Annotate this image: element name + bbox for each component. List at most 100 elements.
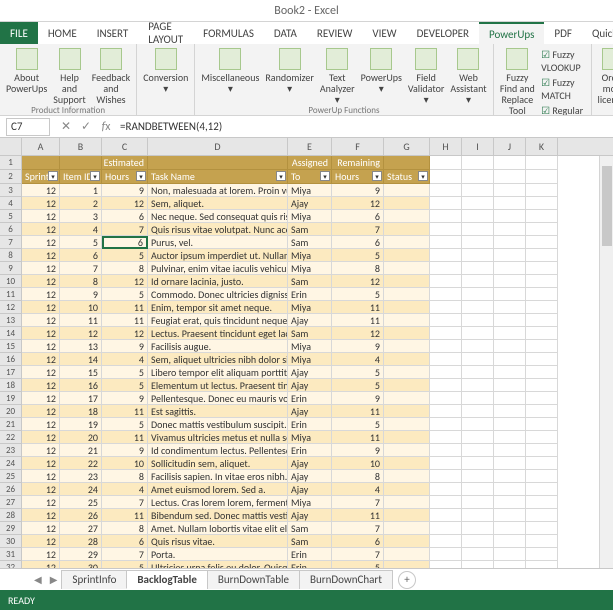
cell[interactable] <box>430 561 462 568</box>
cell[interactable]: 13 <box>60 340 102 353</box>
ribbon-button[interactable]: PowerUps▾ <box>361 48 402 105</box>
row-header[interactable]: 8 <box>0 249 22 262</box>
cell[interactable] <box>384 405 430 418</box>
cell[interactable]: 5 <box>332 288 384 301</box>
cell[interactable]: Sem, aliquet. <box>148 197 288 210</box>
scroll-sheets-right-icon[interactable]: ▶ <box>46 573 62 586</box>
cell[interactable]: 18 <box>60 405 102 418</box>
ribbon-button[interactable]: Miscellaneous▾ <box>201 48 259 105</box>
cell[interactable]: Bibendum sed. Donec mattis vestibulur <box>148 509 288 522</box>
cell[interactable]: Miya <box>288 340 332 353</box>
cell[interactable] <box>526 197 558 210</box>
cell[interactable]: 24 <box>60 483 102 496</box>
cell[interactable] <box>494 223 526 236</box>
cell[interactable] <box>494 483 526 496</box>
cell[interactable] <box>430 379 462 392</box>
cell[interactable]: 12 <box>22 444 60 457</box>
tab-data[interactable]: DATA <box>264 22 307 44</box>
row-header[interactable]: 26 <box>0 483 22 496</box>
cell[interactable]: 12 <box>22 418 60 431</box>
header-cell[interactable] <box>148 156 288 170</box>
cell[interactable] <box>384 249 430 262</box>
cell[interactable] <box>430 197 462 210</box>
cell[interactable] <box>526 392 558 405</box>
cell[interactable]: Libero tempor elit aliquam porttitor. Ve <box>148 366 288 379</box>
cell[interactable]: 12 <box>22 509 60 522</box>
cell[interactable] <box>494 509 526 522</box>
cell[interactable]: Ajay <box>288 509 332 522</box>
cell[interactable]: Nec neque. Sed consequat quis risus vit <box>148 210 288 223</box>
row-header[interactable]: 30 <box>0 535 22 548</box>
cell[interactable]: 11 <box>332 509 384 522</box>
cell[interactable] <box>462 275 494 288</box>
cell[interactable]: 4 <box>60 223 102 236</box>
cell[interactable] <box>384 223 430 236</box>
scroll-sheets-left-icon[interactable]: ◀ <box>30 573 46 586</box>
row-header[interactable]: 14 <box>0 327 22 340</box>
cell[interactable]: 11 <box>102 301 148 314</box>
tab-file[interactable]: FILE <box>0 22 38 44</box>
column-header[interactable]: F <box>332 138 384 155</box>
tab-formulas[interactable]: FORMULAS <box>193 22 264 44</box>
formula-input[interactable]: =RANDBETWEEN(4,12) <box>116 120 613 133</box>
row-header[interactable]: 1 <box>0 156 22 170</box>
header-cell[interactable]: Status▾ <box>384 170 430 184</box>
cell[interactable]: 5 <box>332 379 384 392</box>
cell[interactable] <box>430 210 462 223</box>
cell[interactable] <box>384 327 430 340</box>
cell[interactable]: 12 <box>22 353 60 366</box>
cell[interactable]: Amet euismod lorem. Sed a. <box>148 483 288 496</box>
cell[interactable] <box>462 418 494 431</box>
header-cell[interactable] <box>462 170 494 184</box>
cell[interactable] <box>494 236 526 249</box>
ribbon-button[interactable]: Fuzzy Find andReplace Tool <box>500 48 536 116</box>
cell[interactable]: Vivamus ultricies metus et nulla sempe <box>148 431 288 444</box>
cell[interactable]: 29 <box>60 548 102 561</box>
cell[interactable]: 7 <box>332 223 384 236</box>
cell[interactable]: Feugiat erat, quis tincidunt neque. Inte <box>148 314 288 327</box>
cell[interactable]: Ajay <box>288 314 332 327</box>
cell[interactable] <box>526 223 558 236</box>
row-header[interactable]: 11 <box>0 288 22 301</box>
column-header[interactable]: I <box>462 138 494 155</box>
cell[interactable]: Miya <box>288 301 332 314</box>
header-cell[interactable]: Estimated <box>102 156 148 170</box>
cell[interactable]: 6 <box>102 236 148 249</box>
row-header[interactable]: 2 <box>0 170 22 184</box>
cell[interactable] <box>462 509 494 522</box>
tab-powerups[interactable]: PowerUps <box>479 22 544 44</box>
cell[interactable]: 4 <box>332 483 384 496</box>
cell[interactable]: Erin <box>288 444 332 457</box>
cell[interactable] <box>430 496 462 509</box>
cell[interactable] <box>384 548 430 561</box>
cell[interactable] <box>384 340 430 353</box>
cell[interactable] <box>430 366 462 379</box>
sheet-tab[interactable]: BacklogTable <box>126 570 208 589</box>
cell[interactable]: Sam <box>288 275 332 288</box>
cell[interactable]: 7 <box>102 496 148 509</box>
header-cell[interactable] <box>462 156 494 170</box>
column-header[interactable]: H <box>430 138 462 155</box>
fx-icon[interactable]: fx <box>96 120 116 134</box>
cell[interactable] <box>494 366 526 379</box>
cell[interactable] <box>462 353 494 366</box>
cell[interactable]: 12 <box>22 405 60 418</box>
cell[interactable] <box>494 496 526 509</box>
cell[interactable] <box>494 353 526 366</box>
cell[interactable]: 10 <box>60 301 102 314</box>
cell[interactable]: 5 <box>332 418 384 431</box>
cell[interactable] <box>526 431 558 444</box>
row-header[interactable]: 16 <box>0 353 22 366</box>
row-header[interactable]: 10 <box>0 275 22 288</box>
cell[interactable] <box>384 418 430 431</box>
header-cell[interactable]: Sprint▾ <box>22 170 60 184</box>
name-box[interactable]: C7 <box>6 118 50 136</box>
ribbon-checkbox[interactable]: Fuzzy MATCH <box>541 76 584 102</box>
cell[interactable] <box>462 249 494 262</box>
cell[interactable]: Miya <box>288 210 332 223</box>
cell[interactable]: Miya <box>288 184 332 197</box>
cell[interactable] <box>526 509 558 522</box>
cell[interactable]: 10 <box>332 457 384 470</box>
cell[interactable] <box>462 184 494 197</box>
cell[interactable]: Facilisis sapien. In vitae eros nibh. Cr… <box>148 470 288 483</box>
